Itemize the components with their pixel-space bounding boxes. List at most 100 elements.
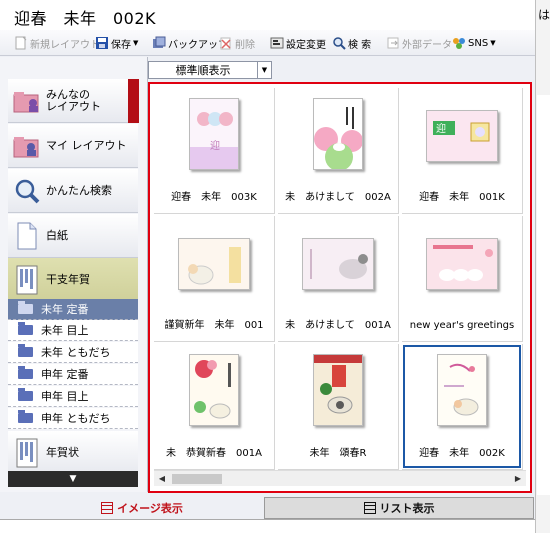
external-data-icon (386, 36, 400, 50)
sidebar-item-label: レイアウト (46, 99, 101, 113)
card-thumbnail (189, 354, 239, 426)
chevron-down-icon: ▼ (490, 39, 496, 47)
adjacent-window-edge: は (535, 0, 550, 533)
delete-icon (219, 36, 233, 50)
personal-folder-icon (12, 131, 42, 161)
sidebar-item-zodiac-newyear[interactable]: 干支年賀 (8, 258, 138, 302)
gallery-item-caption: new year's greetings (409, 320, 515, 331)
subcategory-item[interactable]: 申年 目上 (8, 386, 138, 407)
sidebar-scroll-down-button[interactable]: ▼ (8, 471, 138, 487)
gallery-item[interactable]: 未 あけまして 002A (278, 88, 399, 214)
template-gallery: 迎 迎春 未年 003K 未 あけまして 002A 迎 迎春 未年 001K 謹… (148, 82, 532, 493)
sidebar-item-blank[interactable]: 白紙 (8, 214, 138, 258)
grid-view-icon (101, 502, 114, 514)
sns-button[interactable]: SNS ▼ (452, 34, 496, 52)
sidebar-item-my-layout[interactable]: マイ レイアウト (8, 124, 138, 168)
folder-icon (18, 322, 33, 335)
delete-label: 削除 (235, 39, 255, 51)
subcategory-label: 申年 定番 (41, 368, 89, 381)
gallery-item[interactable]: 未年 頌春R (278, 344, 399, 470)
scroll-left-arrow-icon[interactable]: ◀ (154, 471, 170, 487)
gallery-item[interactable]: new year's greetings (402, 216, 523, 342)
gallery-item[interactable]: 未 あけまして 001A (278, 216, 399, 342)
card-thumbnail (313, 98, 363, 170)
card-thumbnail: 迎 (426, 110, 498, 162)
external-data-button[interactable]: 外部データ (386, 34, 452, 52)
adjacent-window-glyph: は (538, 8, 550, 22)
search-icon (332, 36, 346, 50)
tab-image-label: イメージ表示 (117, 502, 183, 515)
gallery-item-caption: 迎春 未年 002K (419, 448, 505, 459)
sidebar-item-new-year-card[interactable]: 年賀状 (8, 431, 138, 475)
gallery-item[interactable]: 未 恭賀新春 001A (154, 344, 275, 470)
save-button[interactable]: 保存 ▼ (95, 34, 138, 52)
chevron-down-icon: ▼ (133, 39, 139, 47)
card-thumbnail (302, 238, 374, 290)
backup-button[interactable]: バックアップ (152, 34, 228, 52)
gallery-item-caption: 迎春 未年 001K (419, 192, 505, 203)
gallery-item[interactable]: 迎 迎春 未年 001K (402, 88, 523, 214)
sidebar-item-everyone-layout[interactable]: みんなの レイアウト (8, 79, 139, 123)
backup-icon (152, 36, 166, 50)
sort-order-value: 標準順表示 (175, 64, 231, 77)
settings-button[interactable]: 設定変更 (270, 34, 326, 52)
sidebar-item-label: 干支年賀 (46, 272, 90, 286)
folder-icon (18, 410, 33, 423)
card-thumbnail (426, 238, 498, 290)
sidebar-item-label: 年賀状 (46, 445, 79, 459)
subcategory-item[interactable]: 申年 定番 (8, 364, 138, 385)
gallery-item-caption: 未 あけまして 001A (285, 320, 391, 331)
chevron-down-icon[interactable]: ▼ (257, 62, 271, 78)
sidebar-item-easy-search[interactable]: かんたん検索 (8, 169, 138, 213)
save-label: 保存 (111, 39, 131, 51)
gallery-item[interactable]: 謹賀新年 未年 001 (154, 216, 275, 342)
settings-label: 設定変更 (286, 39, 326, 51)
sns-people-icon (452, 36, 466, 50)
active-indicator (128, 79, 139, 123)
blank-page-icon (12, 221, 42, 251)
new-document-icon (14, 36, 28, 50)
svg-text:迎: 迎 (436, 123, 446, 135)
delete-button[interactable]: 削除 (219, 34, 255, 52)
gallery-item-caption: 未 恭賀新春 001A (166, 448, 262, 459)
gallery-item[interactable]: 迎 迎春 未年 003K (154, 88, 275, 214)
card-thumbnail (313, 354, 363, 426)
sidebar-item-label: 白紙 (46, 228, 68, 242)
category-sidebar: みんなの レイアウト マイ レイアウト かんたん検索 白紙 干支年賀 未年 定番 … (0, 57, 148, 492)
folder-icon (18, 388, 33, 401)
card-icon (12, 438, 42, 468)
subcategory-item[interactable]: 未年 目上 (8, 320, 138, 341)
sns-label: SNS (468, 37, 489, 49)
subcategory-item[interactable]: 未年 ともだち (8, 342, 138, 363)
scrollbar-thumb[interactable] (172, 474, 222, 484)
gallery-horizontal-scrollbar[interactable]: ◀ ▶ (154, 470, 526, 486)
status-area (0, 519, 535, 533)
gallery-item-caption: 謹賀新年 未年 001 (164, 320, 264, 331)
search-button[interactable]: 検 索 (332, 34, 371, 52)
gallery-item[interactable]: 迎春 未年 002K (402, 344, 523, 470)
folder-icon (18, 366, 33, 379)
window-title: 迎春 未年 002K (14, 9, 157, 28)
sidebar-item-label: かんたん検索 (46, 183, 112, 197)
subcategory-label: 申年 ともだち (41, 412, 111, 425)
sort-order-select[interactable]: 標準順表示 ▼ (148, 61, 272, 79)
tab-image-view[interactable]: イメージ表示 (20, 497, 264, 519)
new-layout-button[interactable]: 新規レイアウト (14, 34, 100, 52)
sidebar-item-label: マイ レイアウト (46, 138, 127, 152)
svg-text:迎: 迎 (210, 140, 220, 152)
list-view-icon (363, 502, 376, 514)
folder-icon (18, 344, 33, 357)
settings-icon (270, 36, 284, 50)
zodiac-card-icon (12, 265, 42, 295)
tab-list-view[interactable]: リスト表示 (264, 497, 534, 519)
card-thumbnail: 迎 (189, 98, 239, 170)
subcategory-item[interactable]: 申年 ともだち (8, 408, 138, 429)
search-label: 検 索 (348, 39, 372, 51)
scroll-right-arrow-icon[interactable]: ▶ (510, 471, 526, 487)
gallery-item-caption: 未 あけまして 002A (285, 192, 391, 203)
gallery-item-caption: 未年 頌春R (309, 448, 367, 459)
subcategory-item[interactable]: 未年 定番 (8, 299, 138, 320)
external-data-label: 外部データ (402, 39, 452, 51)
new-layout-label: 新規レイアウト (30, 39, 100, 51)
toolbar: 新規レイアウト 保存 ▼ バックアップ 削除 設定変更 検 索 外部データ SN… (0, 30, 535, 56)
